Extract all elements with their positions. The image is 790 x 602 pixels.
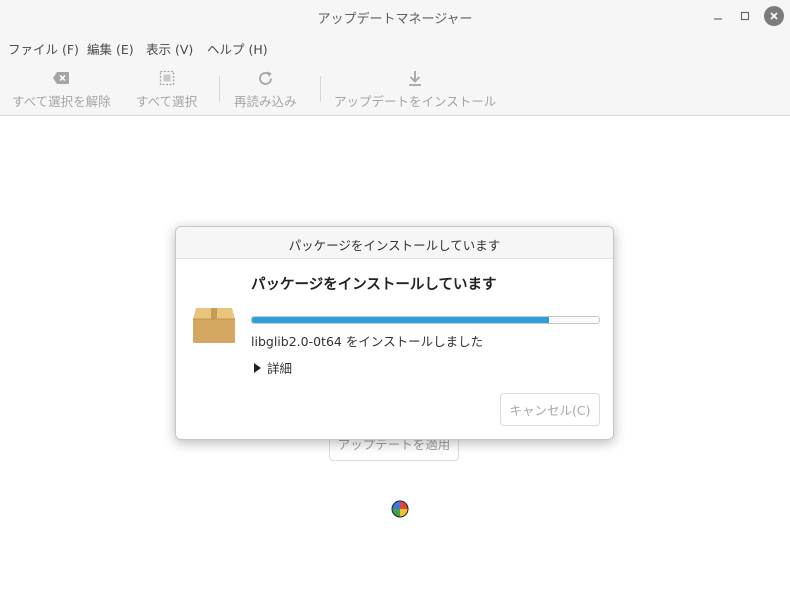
dialog-heading: パッケージをインストールしています (251, 277, 497, 293)
menu-help[interactable]: ヘルプ (H) (207, 39, 268, 58)
title-bar: アップデートマネージャー (0, 0, 790, 32)
select-all-label: すべて選択 (136, 94, 198, 109)
dialog-title: パッケージをインストールしています (288, 238, 501, 253)
select-all-icon (159, 70, 174, 86)
close-button[interactable] (764, 6, 784, 26)
refresh-icon (258, 71, 272, 85)
menu-bar: ファイル (F) 編集 (E) 表示 (V) ヘルプ (H) (0, 32, 790, 60)
package-icon (192, 306, 236, 348)
details-expander[interactable]: 詳細 (254, 358, 292, 377)
toolbar-separator (320, 76, 321, 102)
download-icon (409, 70, 422, 86)
install-progress-dialog: パッケージをインストールしています パッケージをインストールしています libg… (175, 226, 614, 440)
refresh-label: 再読み込み (234, 94, 297, 109)
clear-selection-button[interactable]: すべて選択を解除 (12, 68, 111, 110)
minimize-icon (714, 18, 722, 20)
install-status-text: libglib2.0-0t64 をインストールしました (251, 334, 484, 349)
toolbar: すべて選択を解除 すべて選択 再読み込み アップデートをインストール (0, 60, 790, 116)
backspace-icon (53, 72, 70, 84)
details-label: 詳細 (267, 361, 293, 376)
maximize-button[interactable] (735, 6, 755, 26)
refresh-button[interactable]: 再読み込み (234, 68, 297, 110)
install-updates-button[interactable]: アップデートをインストール (334, 68, 496, 110)
install-updates-label: アップデートをインストール (334, 94, 497, 109)
install-progress-bar (251, 316, 600, 324)
menu-edit[interactable]: 編集 (E) (87, 39, 134, 58)
maximize-icon (740, 11, 750, 21)
cancel-button[interactable]: キャンセル(C) (500, 393, 600, 426)
triangle-right-icon (254, 362, 261, 373)
window-title: アップデートマネージャー (317, 12, 473, 27)
progress-fill (252, 317, 550, 323)
close-icon (770, 12, 778, 20)
clear-selection-label: すべて選択を解除 (12, 94, 111, 109)
spinner-icon (390, 499, 410, 519)
toolbar-separator (219, 76, 220, 102)
dialog-header: パッケージをインストールしています (176, 227, 613, 259)
minimize-button[interactable] (708, 6, 728, 26)
select-all-button[interactable]: すべて選択 (136, 68, 197, 110)
menu-file[interactable]: ファイル (F) (8, 39, 79, 58)
menu-view[interactable]: 表示 (V) (146, 39, 193, 58)
